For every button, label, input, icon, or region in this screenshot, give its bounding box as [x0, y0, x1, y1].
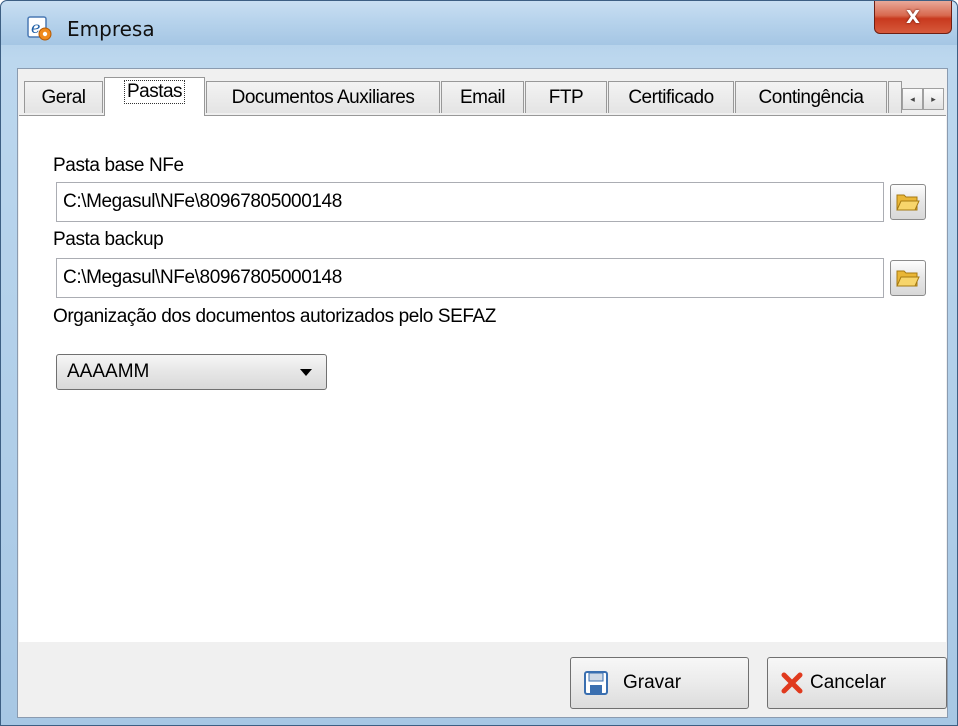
- tab-overflow[interactable]: [888, 81, 902, 113]
- scroll-right-icon[interactable]: ▸: [923, 88, 944, 110]
- pasta-base-label: Pasta base NFe: [53, 155, 184, 176]
- pasta-backup-label: Pasta backup: [53, 229, 164, 250]
- window-title: Empresa: [67, 17, 155, 41]
- gravar-button[interactable]: Gravar: [570, 657, 749, 709]
- tab-documentos-auxiliares[interactable]: Documentos Auxiliares: [206, 81, 440, 113]
- title-bar[interactable]: e Empresa X: [1, 1, 957, 45]
- tab-strip: Geral Pastas Documentos Auxiliares Email…: [18, 77, 947, 116]
- tab-certificado[interactable]: Certificado: [608, 81, 734, 113]
- pasta-backup-input[interactable]: C:\Megasul\NFe\80967805000148: [56, 258, 884, 298]
- dialog-body: Geral Pastas Documentos Auxiliares Email…: [17, 68, 948, 718]
- floppy-disk-icon: [584, 671, 608, 695]
- close-button[interactable]: X: [874, 1, 952, 34]
- red-x-icon: [781, 672, 803, 694]
- tab-ftp[interactable]: FTP: [525, 81, 607, 113]
- tab-scroll-buttons: ◂ ▸: [902, 88, 944, 110]
- scroll-left-icon[interactable]: ◂: [902, 88, 923, 110]
- tab-contingencia[interactable]: Contingência: [735, 81, 887, 113]
- folder-open-icon: [896, 270, 920, 287]
- window-frame: e Empresa X Geral Pastas Documentos Auxi…: [0, 0, 958, 726]
- close-icon: X: [906, 6, 920, 28]
- pasta-base-input[interactable]: C:\Megasul\NFe\80967805000148: [56, 182, 884, 222]
- chevron-down-icon: [300, 369, 312, 376]
- organizacao-label: Organização dos documentos autorizados p…: [53, 306, 496, 327]
- cancelar-button[interactable]: Cancelar: [767, 657, 947, 709]
- tab-pastas[interactable]: Pastas: [104, 77, 205, 116]
- browse-pasta-base-button[interactable]: [890, 184, 926, 220]
- organizacao-select[interactable]: AAAAMM: [56, 354, 327, 390]
- app-logo-icon: e: [27, 16, 52, 41]
- tab-email[interactable]: Email: [441, 81, 524, 113]
- tab-geral[interactable]: Geral: [24, 81, 103, 113]
- folder-open-icon: [896, 194, 920, 211]
- browse-pasta-backup-button[interactable]: [890, 260, 926, 296]
